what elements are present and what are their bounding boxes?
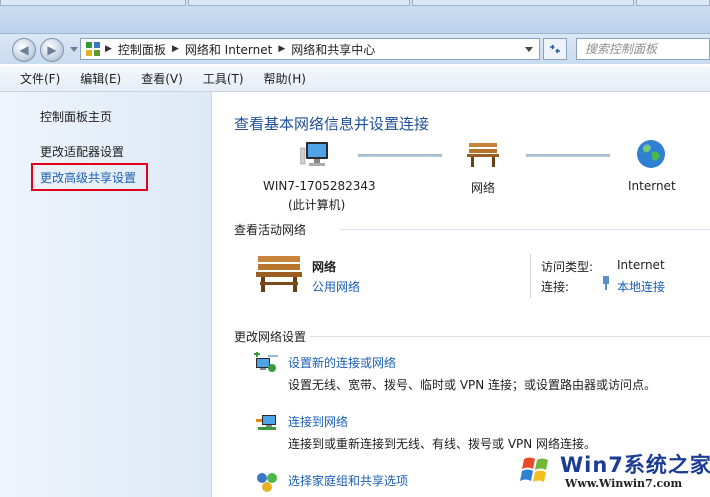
public-network-bench-icon[interactable] [254, 252, 304, 297]
breadcrumb-network-sharing-center[interactable]: 网络和共享中心 [291, 41, 375, 58]
sidebar-item-adapter-settings[interactable]: 更改适配器设置 [40, 143, 124, 160]
section-divider [340, 229, 710, 230]
breadcrumb-network-internet[interactable]: 网络和 Internet [185, 41, 272, 58]
network-type-link[interactable]: 公用网络 [312, 278, 360, 295]
recent-pages-dropdown[interactable] [70, 47, 78, 52]
refresh-button[interactable] [543, 38, 567, 60]
computer-sub-label: (此计算机) [288, 198, 346, 212]
setup-new-connection-desc: 设置无线、宽带、拨号、临时或 VPN 连接；或设置路由器或访问点。 [288, 378, 657, 392]
watermark-url: Www.Winwin7.com [565, 477, 683, 490]
access-type-value: Internet [617, 258, 665, 272]
control-panel-icon [85, 41, 101, 57]
section-divider [310, 336, 710, 337]
search-input[interactable]: 搜索控制面板 [576, 38, 710, 60]
menu-bar: 文件(F) 编辑(E) 查看(V) 工具(T) 帮助(H) [0, 66, 710, 92]
active-networks-heading: 查看活动网络 [234, 223, 307, 237]
watermark-text: Win7系统之家 [560, 453, 710, 477]
window-top-strip [0, 0, 710, 34]
menu-file[interactable]: 文件(F) [20, 70, 60, 87]
menu-help[interactable]: 帮助(H) [264, 70, 306, 87]
connect-to-network-icon[interactable] [254, 411, 280, 438]
menu-tools[interactable]: 工具(T) [203, 70, 244, 87]
tab-edge [636, 0, 710, 6]
page-title: 查看基本网络信息并设置连接 [234, 115, 430, 133]
refresh-icon [550, 44, 560, 54]
tab-edge [188, 0, 410, 6]
breadcrumb-separator-icon[interactable]: ▶ [105, 44, 112, 54]
access-type-label: 访问类型: [541, 260, 594, 274]
local-connection-link[interactable]: 本地连接 [617, 278, 665, 295]
address-dropdown-icon[interactable] [525, 47, 533, 52]
connection-line [526, 154, 610, 157]
tab-edge [0, 0, 186, 6]
homegroup-sharing-link[interactable]: 选择家庭组和共享选项 [288, 472, 408, 489]
computer-icon[interactable] [299, 140, 334, 175]
connect-to-network-link[interactable]: 连接到网络 [288, 413, 348, 430]
internet-globe-icon[interactable] [635, 138, 667, 173]
ethernet-icon [601, 276, 611, 293]
computer-name-label: WIN7-1705282343 [263, 179, 376, 193]
vertical-divider [530, 254, 531, 298]
new-connection-icon[interactable] [254, 351, 280, 379]
tab-edge [412, 0, 634, 6]
connection-line [358, 154, 442, 157]
sidebar-control-panel-home[interactable]: 控制面板主页 [40, 108, 112, 125]
back-button[interactable]: ◀ [12, 38, 36, 62]
network-label: 网络 [471, 181, 496, 195]
address-bar[interactable]: ▶ 控制面板 ▶ 网络和 Internet ▶ 网络和共享中心 [80, 38, 540, 60]
change-settings-heading: 更改网络设置 [234, 330, 307, 344]
menu-edit[interactable]: 编辑(E) [80, 70, 121, 87]
network-bench-icon[interactable] [466, 140, 500, 171]
internet-label: Internet [628, 179, 676, 193]
highlight-box [31, 163, 148, 191]
homegroup-icon[interactable] [254, 470, 280, 497]
connection-label: 连接: [541, 280, 570, 294]
breadcrumb-separator-icon[interactable]: ▶ [172, 44, 179, 54]
breadcrumb-control-panel[interactable]: 控制面板 [118, 41, 166, 58]
network-name: 网络 [312, 260, 337, 274]
forward-button[interactable]: ▶ [40, 38, 64, 62]
menu-view[interactable]: 查看(V) [141, 70, 183, 87]
setup-new-connection-link[interactable]: 设置新的连接或网络 [288, 354, 396, 371]
breadcrumb-separator-icon[interactable]: ▶ [278, 44, 285, 54]
